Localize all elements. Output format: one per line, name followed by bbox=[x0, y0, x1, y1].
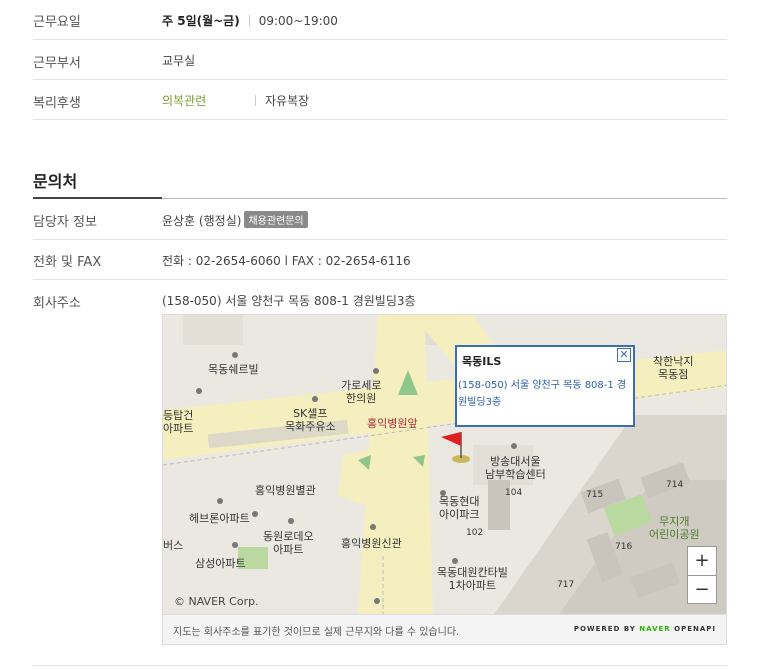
row-value: 의복관련 자유복장 bbox=[162, 92, 309, 109]
map-label: SK셀프 목화주유소 bbox=[285, 407, 336, 433]
map-copyright: © NAVER Corp. bbox=[174, 595, 259, 608]
bottom-divider bbox=[33, 665, 727, 666]
divider bbox=[255, 95, 256, 106]
building-number: 717 bbox=[557, 580, 575, 590]
row-label: 근무부서 bbox=[33, 56, 81, 71]
divider bbox=[248, 15, 250, 26]
map-label: 착한낙지 목동점 bbox=[653, 355, 694, 381]
benefit-item: 자유복장 bbox=[265, 94, 310, 108]
map-label: 방송대서울 남부학습센터 bbox=[485, 455, 546, 481]
contact-row-address: 회사주소 (158-050) 서울 양천구 목동 808-1 경원빌딩3층 bbox=[33, 279, 727, 311]
building-number: 102 bbox=[466, 528, 484, 538]
map-label: 동원로데오 아파트 bbox=[263, 530, 314, 556]
map-label: 홍익병원신관 bbox=[341, 537, 402, 550]
map-label: 홍익병원별관 bbox=[255, 484, 316, 497]
phone-fax-value: 전화 : 02-2654-6060 l FAX : 02-2654-6116 bbox=[162, 254, 411, 268]
work-hours-value: 09:00~19:00 bbox=[258, 14, 338, 28]
info-row-benefits: 복리후생 의복관련 자유복장 bbox=[33, 79, 727, 120]
map-label: 무지개 어린이공원 bbox=[649, 515, 700, 541]
powered-suffix: OPENAPI bbox=[674, 625, 716, 633]
map-footer: 지도는 회사주소를 표기한 것이므로 실제 근무지와 다를 수 있습니다. PO… bbox=[162, 615, 727, 645]
address-value: (158-050) 서울 양천구 목동 808-1 경원빌딩3층 bbox=[162, 294, 416, 308]
map-label: 목동쉐르빌 bbox=[208, 363, 259, 376]
map-label: 삼성아파트 bbox=[195, 557, 246, 570]
contact-row-manager: 담당자 정보 윤상훈 (행정실) 채용관련문의 bbox=[33, 199, 727, 240]
info-row-department: 근무부서 교무실 bbox=[33, 39, 727, 80]
map-label: 버스 bbox=[163, 539, 184, 552]
map-label: 목동대원칸타빌 1차아파트 bbox=[437, 566, 508, 592]
building-number: 715 bbox=[586, 490, 604, 500]
row-label: 전화 및 FAX bbox=[33, 255, 102, 270]
row-label: 회사주소 bbox=[33, 296, 81, 311]
map-label: 목동현대 아이파크 bbox=[439, 495, 480, 521]
popup-address: (158-050) 서울 양천구 목동 808-1 경원빌딩3층 bbox=[458, 380, 627, 408]
row-label: 근무요일 bbox=[33, 15, 81, 30]
section-title-contact: 문의처 bbox=[33, 172, 78, 191]
popup-title: 목동ILS bbox=[462, 355, 502, 368]
close-icon[interactable]: ✕ bbox=[617, 348, 631, 362]
department-value: 교무실 bbox=[162, 54, 196, 68]
map-label: 가로세로 한의원 bbox=[341, 379, 382, 405]
location-info-popup: 목동ILS ✕ (158-050) 서울 양천구 목동 808-1 경원빌딩3층 bbox=[455, 345, 635, 427]
map-disclaimer: 지도는 회사주소를 표기한 것이므로 실제 근무지와 다를 수 있습니다. bbox=[173, 627, 460, 638]
map-label: 헤브론아파트 bbox=[189, 512, 250, 525]
manager-value: 윤상훈 (행정실) bbox=[162, 214, 242, 228]
building-number: 716 bbox=[615, 542, 633, 552]
zoom-in-button[interactable]: + bbox=[688, 547, 716, 575]
location-map[interactable]: 목동쉐르빌 가로세로 한의원 착한낙지 목동점 등탑건 아파트 SK셀프 목화주… bbox=[162, 314, 727, 615]
row-value: 주 5일(월~금) 09:00~19:00 bbox=[162, 12, 338, 29]
row-value: 윤상훈 (행정실) 채용관련문의 bbox=[162, 211, 308, 229]
map-label: 홍익병원앞 bbox=[367, 417, 418, 430]
row-label: 담당자 정보 bbox=[33, 215, 97, 230]
zoom-out-button[interactable]: − bbox=[688, 575, 716, 604]
row-label: 복리후생 bbox=[33, 96, 81, 111]
workdays-value: 주 5일(월~금) bbox=[162, 14, 240, 28]
building-number: 104 bbox=[505, 488, 523, 498]
zoom-control: + − bbox=[687, 546, 717, 604]
contact-row-phone: 전화 및 FAX 전화 : 02-2654-6060 l FAX : 02-26… bbox=[33, 239, 727, 280]
building-number: 714 bbox=[666, 480, 684, 490]
powered-prefix: POWERED BY bbox=[573, 625, 636, 633]
powered-brand: NAVER bbox=[639, 625, 671, 633]
info-row-workdays: 근무요일 주 5일(월~금) 09:00~19:00 bbox=[33, 0, 727, 40]
benefit-category: 의복관련 bbox=[162, 94, 207, 108]
recruit-inquiry-badge[interactable]: 채용관련문의 bbox=[244, 211, 308, 228]
powered-by-logo: POWERED BY NAVER OPENAPI bbox=[574, 625, 716, 633]
map-label: 등탑건 아파트 bbox=[163, 409, 194, 435]
